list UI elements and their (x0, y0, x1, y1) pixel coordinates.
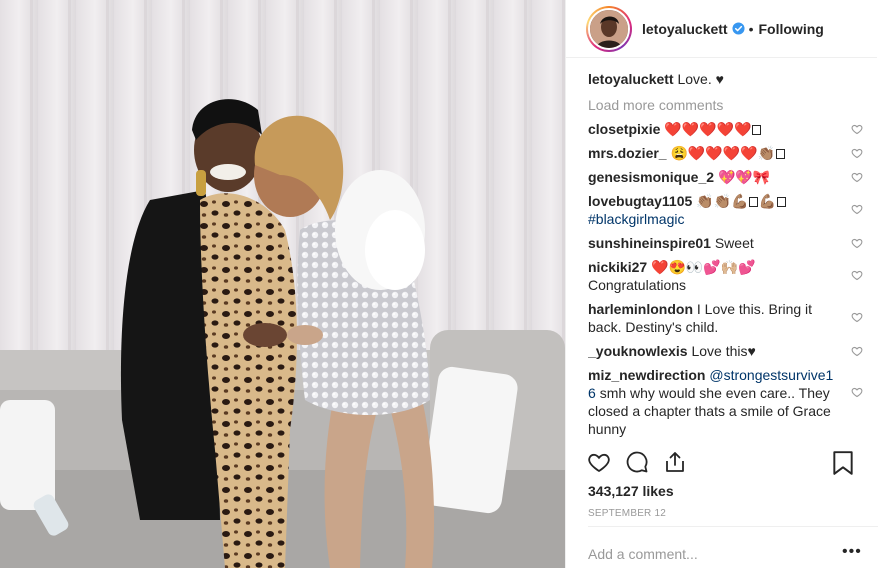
comment-item: lovebugtay1105 👏🏽👏🏽💪🏽 💪🏽 #blackgirlmagic (588, 192, 863, 228)
comment-username[interactable]: miz_newdirection (588, 367, 705, 383)
comment-item: miz_newdirection @strongestsurvive16 smh… (588, 366, 863, 438)
comment-like-icon[interactable] (851, 311, 863, 323)
comment-like-icon[interactable] (851, 171, 863, 183)
comment-item: nickiki27 ❤️😍👀💕🙌🏼💕 Congratulations (588, 258, 863, 294)
comment-text: ❤️❤️❤️❤️❤️ (664, 121, 752, 137)
comment-username[interactable]: mrs.dozier_ (588, 145, 667, 161)
comment-like-icon[interactable] (851, 203, 863, 215)
missing-glyph-icon (776, 197, 786, 207)
comment-like-icon[interactable] (851, 123, 863, 135)
more-options-icon[interactable]: ••• (842, 544, 862, 560)
comment-item: harleminlondon I Love this. Bring it bac… (588, 300, 863, 336)
comment-like-icon[interactable] (851, 147, 863, 159)
comment-username[interactable]: genesismonique_2 (588, 169, 714, 185)
comment-text: 👏🏽👏🏽💪🏽 (696, 193, 749, 209)
comment-username[interactable]: sunshineinspire01 (588, 235, 711, 251)
following-button[interactable]: Following (759, 21, 824, 37)
verified-badge-icon (732, 22, 745, 35)
comment-like-icon[interactable] (851, 345, 863, 357)
comment-text: smh why would she even care.. They close… (588, 385, 831, 437)
avatar-image (590, 9, 628, 48)
post-photo[interactable] (0, 0, 565, 568)
likes-count[interactable]: 343,127 likes (588, 483, 674, 499)
comment-item: genesismonique_2 💖💖🎀 (588, 168, 863, 186)
comment-username[interactable]: nickiki27 (588, 259, 647, 275)
missing-glyph-icon (776, 149, 786, 159)
story-ring[interactable] (586, 5, 632, 52)
comment-item: closetpixie ❤️❤️❤️❤️❤️ (588, 120, 863, 138)
action-bar (586, 447, 856, 477)
comment-username[interactable]: lovebugtay1105 (588, 193, 692, 209)
instagram-post: letoyaluckett • Following letoyaluckett … (0, 0, 879, 568)
comment-text-extra: 💪🏽 (758, 193, 776, 209)
comment-item: sunshineinspire01 Sweet (588, 234, 863, 252)
share-icon[interactable] (662, 450, 688, 474)
hashtag-link[interactable]: #blackgirlmagic (588, 211, 684, 227)
comment-username[interactable]: harleminlondon (588, 301, 693, 317)
avatar[interactable] (588, 7, 630, 50)
comment-item: _youknowlexis Love this♥ (588, 342, 863, 360)
photo-illustration (0, 0, 565, 568)
load-more-comments-button[interactable]: Load more comments (588, 96, 863, 114)
add-comment-input[interactable]: Add a comment... (588, 546, 698, 562)
comment-text-line2: Congratulations (588, 277, 687, 293)
username[interactable]: letoyaluckett (642, 21, 728, 37)
comments-list: letoyaluckett Love. ♥ Load more comments… (588, 70, 863, 440)
comment-like-icon[interactable] (851, 386, 863, 398)
divider (588, 526, 878, 527)
comment-text: Love this♥ (691, 343, 756, 359)
bookmark-icon[interactable] (830, 450, 856, 476)
post-side-panel: letoyaluckett • Following letoyaluckett … (565, 0, 879, 568)
comment-text: Sweet (714, 235, 754, 251)
comment-text: 💖💖🎀 (717, 169, 771, 185)
comment-text: ❤️😍👀💕🙌🏼💕 (651, 259, 756, 275)
comment-like-icon[interactable] (851, 237, 863, 249)
post-date[interactable]: SEPTEMBER 12 (588, 508, 666, 519)
post-header: letoyaluckett • Following (566, 0, 877, 58)
missing-glyph-icon (752, 125, 762, 135)
caption-username[interactable]: letoyaluckett (588, 71, 674, 87)
post-caption: letoyaluckett Love. ♥ (588, 70, 863, 88)
comment-item: mrs.dozier_ 😩❤️❤️❤️❤️👏🏽 (588, 144, 863, 162)
separator-dot: • (748, 20, 754, 37)
heart-icon[interactable] (586, 450, 612, 474)
comment-like-icon[interactable] (851, 269, 863, 281)
caption-text: Love. ♥ (673, 71, 724, 87)
comment-username[interactable]: closetpixie (588, 121, 660, 137)
comment-icon[interactable] (624, 450, 650, 474)
comment-text: 😩❤️❤️❤️❤️👏🏽 (670, 145, 776, 161)
comment-username[interactable]: _youknowlexis (588, 343, 688, 359)
